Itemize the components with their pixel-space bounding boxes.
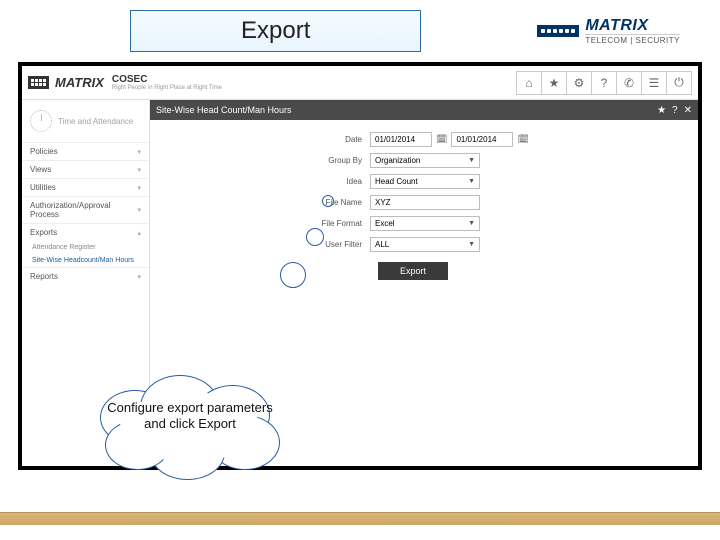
app-topbar: MATRIX COSEC Right People in Right Place… xyxy=(22,66,698,100)
callout-cloud: Configure export parameters and click Ex… xyxy=(95,370,285,480)
fileformat-select[interactable]: Excel▼ xyxy=(370,216,480,231)
panel-help-icon[interactable]: ? xyxy=(672,105,678,116)
app-logo-icon xyxy=(28,76,49,89)
sidebar-item-utilities[interactable]: Utilities▾ xyxy=(22,178,149,196)
export-button[interactable]: Export xyxy=(378,262,448,280)
app-tagline: Right People in Right Place at Right Tim… xyxy=(112,85,222,91)
date-label: Date xyxy=(150,135,370,144)
userfilter-label: User Filter xyxy=(150,240,370,249)
sidebar-item-views[interactable]: Views▾ xyxy=(22,160,149,178)
phone-icon[interactable]: ✆ xyxy=(616,71,642,95)
group-by-select[interactable]: Organization▼ xyxy=(370,153,480,168)
calendar-from-icon[interactable]: 🗓 xyxy=(436,134,447,145)
callout-bubble-large xyxy=(280,262,306,288)
userfilter-select[interactable]: ALL▼ xyxy=(370,237,480,252)
brand-chip-icon xyxy=(537,25,579,37)
sidebar-sub-attendance-register[interactable]: Attendance Register xyxy=(22,241,149,254)
app-brand-name: MATRIX xyxy=(55,75,104,90)
fileformat-label: File Format xyxy=(150,219,370,228)
power-icon[interactable]: ⏻ xyxy=(666,71,692,95)
star-icon[interactable]: ★ xyxy=(541,71,567,95)
slide-title: Export xyxy=(130,10,421,52)
users-icon[interactable]: ☰ xyxy=(641,71,667,95)
idea-select[interactable]: Head Count▼ xyxy=(370,174,480,189)
panel-close-icon[interactable]: ✕ xyxy=(684,105,692,116)
footer-strip xyxy=(0,512,720,526)
sidebar-sub-site-wise[interactable]: Site-Wise Headcount/Man Hours xyxy=(22,254,149,267)
panel-title: Site-Wise Head Count/Man Hours xyxy=(156,105,292,115)
sidebar-item-reports[interactable]: Reports▾ xyxy=(22,267,149,285)
sidebar-item-policies[interactable]: Policies▾ xyxy=(22,142,149,160)
idea-label: Idea xyxy=(150,177,370,186)
group-by-label: Group By xyxy=(150,156,370,165)
clock-icon xyxy=(30,110,52,132)
brand-name: MATRIX xyxy=(585,18,680,34)
panel-header: Site-Wise Head Count/Man Hours ★ ? ✕ xyxy=(150,100,698,120)
brand-logo: MATRIX TELECOM | SECURITY xyxy=(537,18,680,45)
callout-text: Configure export parameters and click Ex… xyxy=(95,400,285,433)
help-icon[interactable]: ? xyxy=(591,71,617,95)
app-product-name: COSEC xyxy=(112,75,222,85)
filename-input[interactable]: XYZ xyxy=(370,195,480,210)
callout-bubble-small xyxy=(322,195,334,207)
gear-icon[interactable]: ⚙ xyxy=(566,71,592,95)
sidebar-module[interactable]: Time and Attendance xyxy=(22,100,149,142)
sidebar-item-authorization[interactable]: Authorization/Approval Process▾ xyxy=(22,196,149,223)
callout-bubble-medium xyxy=(306,228,324,246)
sidebar-item-exports[interactable]: Exports▴ xyxy=(22,223,149,241)
filename-label: File Name xyxy=(150,198,370,207)
home-icon[interactable]: ⌂ xyxy=(516,71,542,95)
panel-star-icon[interactable]: ★ xyxy=(657,105,666,116)
brand-subtitle: TELECOM | SECURITY xyxy=(585,34,680,45)
date-from-input[interactable]: 01/01/2014 xyxy=(370,132,432,147)
date-to-input[interactable]: 01/01/2014 xyxy=(451,132,513,147)
sidebar-module-label: Time and Attendance xyxy=(58,117,133,126)
calendar-to-icon[interactable]: 🗓 xyxy=(517,134,528,145)
